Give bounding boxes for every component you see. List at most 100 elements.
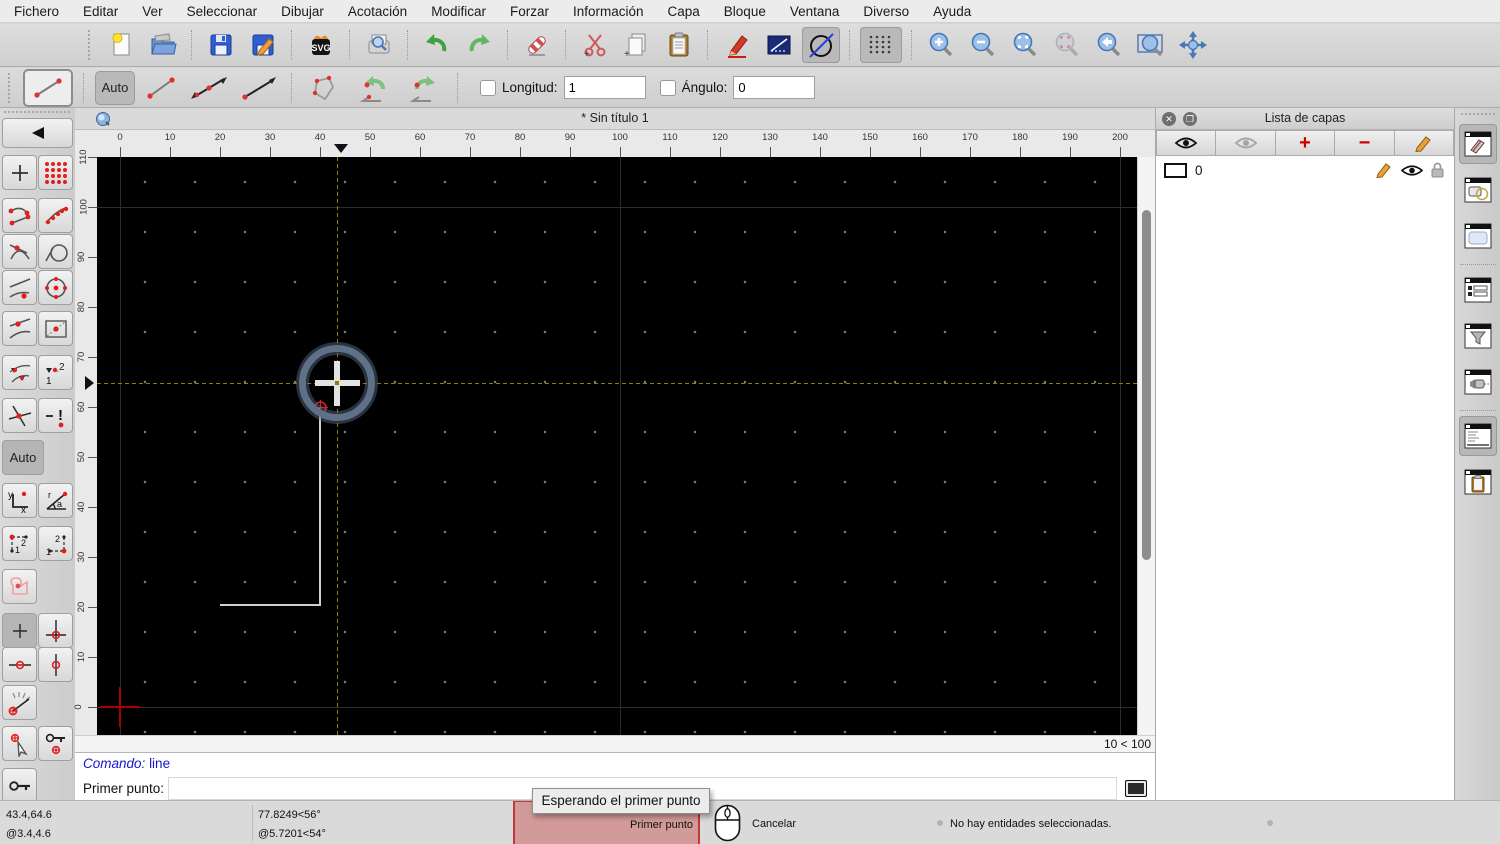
block-list-widget-button[interactable] [1459,170,1497,210]
layer-visible-icon[interactable] [1401,164,1423,177]
angle-gauge-button[interactable] [2,685,37,720]
snap-nearest-button[interactable] [2,270,37,305]
snap-intersection-button[interactable] [2,234,37,269]
show-all-layers-button[interactable] [1156,130,1217,156]
snap-exclusive-button[interactable]: ! [38,398,73,433]
layer-row[interactable]: 0 [1156,158,1454,182]
drawing-canvas[interactable] [97,157,1137,735]
copy-button[interactable]: + [618,27,656,63]
remove-layer-button[interactable]: − [1335,130,1395,156]
zoom-window-button[interactable] [1132,27,1170,63]
menu-ventana[interactable]: Ventana [790,4,853,19]
zoom-out-button[interactable] [964,27,1002,63]
cut-button[interactable]: + [576,27,614,63]
angle-input[interactable] [733,76,816,99]
vertical-scrollbar[interactable] [1137,157,1155,735]
menu-ayuda[interactable]: Ayuda [933,4,984,19]
snap-endpoints-button[interactable] [2,198,37,233]
zoom-auto-button[interactable] [1006,27,1044,63]
snap-circle-button[interactable] [38,234,73,269]
menu-modificar[interactable]: Modificar [431,4,499,19]
command-line-widget-button[interactable] [1459,416,1497,456]
snap-auto-button[interactable] [2,355,37,390]
snap-auto-mode-button[interactable]: Auto [2,440,44,475]
menu-forzar[interactable]: Forzar [510,4,562,19]
clipboard-widget-button[interactable] [1459,462,1497,502]
menu-dibujar[interactable]: Dibujar [281,4,337,19]
snap-grid-button[interactable] [38,155,73,190]
angle-checkbox[interactable] [659,79,676,96]
zoom-back-button[interactable] [1090,27,1128,63]
snap-back-button[interactable] [2,118,73,148]
restrict-horizontal-button[interactable] [2,647,37,682]
snap-middle-button[interactable] [38,311,73,346]
select-entity-button[interactable] [2,569,37,604]
snap-on-entity-button[interactable] [38,198,73,233]
save-as-button[interactable] [244,27,282,63]
command-audio-widget-button[interactable] [1459,362,1497,402]
close-polyline-button[interactable] [303,71,347,105]
vertical-scrollbar-thumb[interactable] [1142,210,1151,560]
menu-informacion[interactable]: Información [573,4,657,19]
widget-strip-handle[interactable] [1461,113,1495,115]
length-checkbox[interactable] [480,79,496,96]
options-handle[interactable] [8,72,16,103]
coordinate-cartesian-button[interactable]: yx [2,483,37,518]
snap-points-button[interactable]: 21 [38,355,73,390]
snap-center-button[interactable] [38,270,73,305]
line-two-points-button[interactable] [141,71,181,105]
grid-toggle-button[interactable] [860,27,902,63]
menu-capa[interactable]: Capa [668,4,713,19]
draft-circle-button[interactable] [802,27,840,63]
menu-editar[interactable]: Editar [83,4,131,19]
drawing-tab-title[interactable]: * Sin título 1 [75,111,1155,125]
snap-intersection-manual-button[interactable] [2,398,37,433]
restrict-vertical-button[interactable] [38,647,73,682]
save-button[interactable] [202,27,240,63]
entity-layer-widget-button[interactable] [1459,270,1497,310]
redo-button[interactable] [460,27,498,63]
redo-segment-button[interactable] [403,71,447,105]
lock-relative-zero-button[interactable] [38,726,73,761]
current-tool-line-button[interactable] [23,68,73,107]
pen-edit-button[interactable] [718,27,756,63]
layer-edit-icon[interactable] [1375,162,1393,178]
menu-bloque[interactable]: Bloque [724,4,779,19]
erase-button[interactable] [518,27,556,63]
restrict-nothing-button[interactable] [2,613,37,648]
snap-free-button[interactable] [2,155,37,190]
line-mode-auto-button[interactable]: Auto [95,70,135,105]
drawn-line-horizontal[interactable] [220,604,321,606]
zoom-pan-button[interactable] [1174,27,1212,63]
attributes-button[interactable] [760,27,798,63]
snap-tangent-button[interactable] [2,311,37,346]
add-layer-button[interactable]: + [1275,130,1336,156]
snapbar-handle[interactable] [4,111,70,113]
library-widget-button[interactable] [1459,216,1497,256]
paste-button[interactable] [660,27,698,63]
line-both-directions-button[interactable] [187,71,231,105]
undo-button[interactable] [418,27,456,63]
restrict-orthogonal-button[interactable] [38,613,73,648]
set-relative-zero-button[interactable] [2,726,37,761]
relative-point-2-button[interactable]: 12 [38,526,73,561]
toolbar-handle[interactable] [88,30,96,60]
edit-layer-button[interactable] [1394,130,1455,156]
menu-acotacion[interactable]: Acotación [348,4,420,19]
layer-lock-icon[interactable] [1431,162,1444,178]
hide-all-layers-button[interactable] [1216,130,1276,156]
length-input[interactable] [563,76,646,99]
zoom-in-button[interactable] [922,27,960,63]
open-file-button[interactable] [144,27,182,63]
zoom-previous-button[interactable] [1048,27,1086,63]
menu-diverso[interactable]: Diverso [863,4,922,19]
relative-point-1-button[interactable]: 12 [2,526,37,561]
menu-ver[interactable]: Ver [142,4,175,19]
menu-fichero[interactable]: Fichero [14,4,72,19]
filter-widget-button[interactable] [1459,316,1497,356]
coordinate-polar-button[interactable]: ra [38,483,73,518]
drawn-line-vertical[interactable] [319,407,321,605]
export-svg-button[interactable]: SVG [302,27,340,63]
horizontal-scrollbar[interactable] [75,735,1093,752]
new-file-button[interactable] [102,27,140,63]
